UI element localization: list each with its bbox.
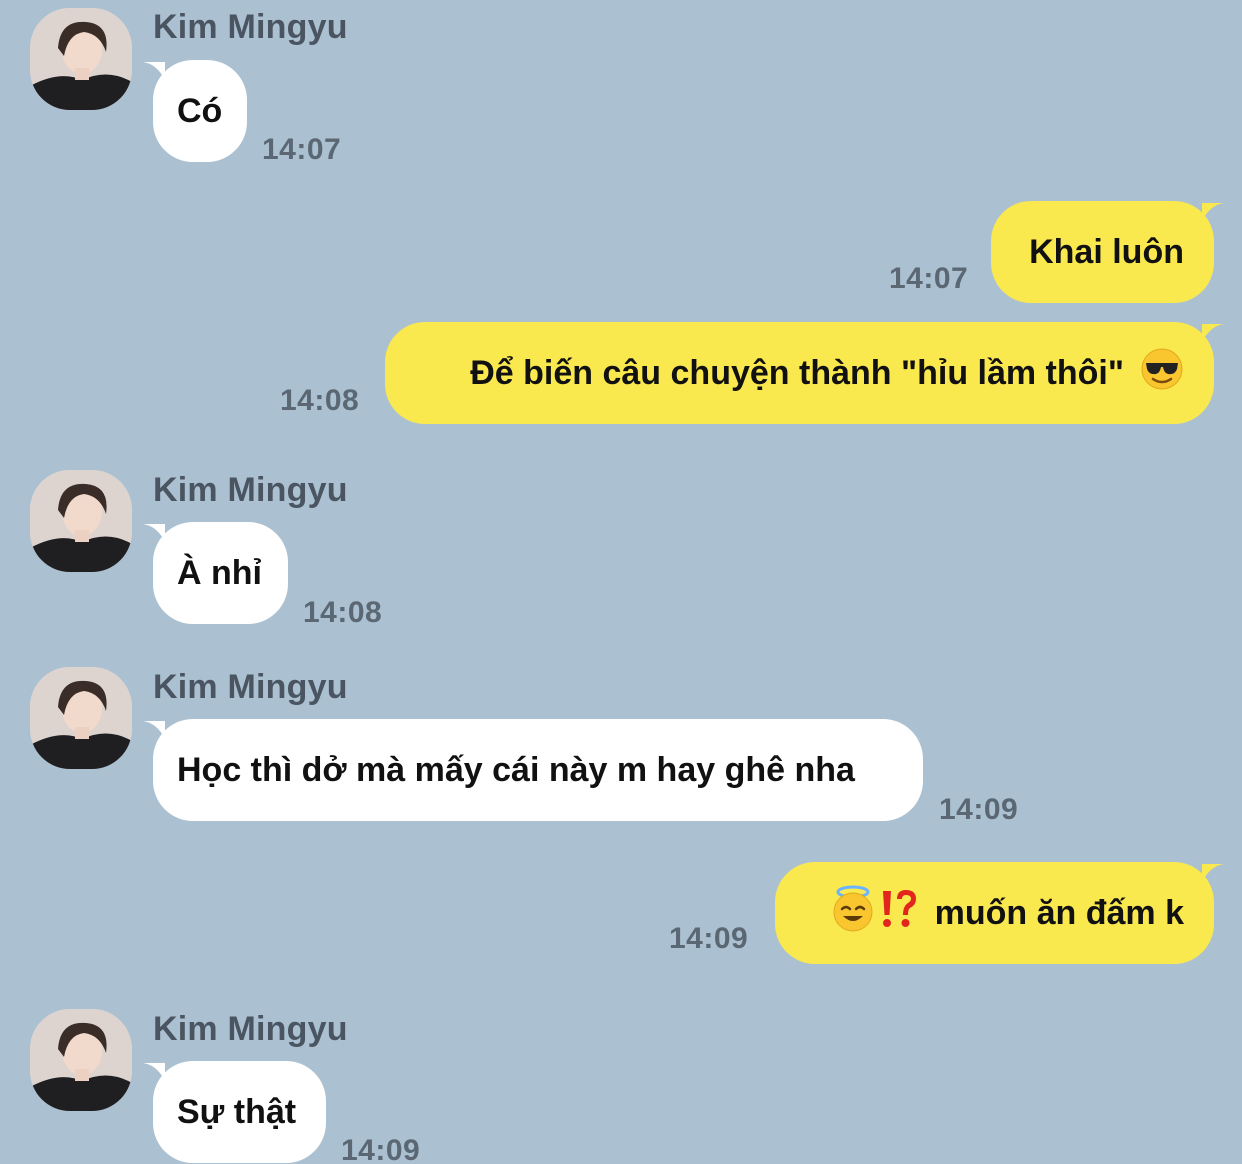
- incoming-message-bubble[interactable]: Học thì dở mà mấy cái này m hay ghê nha: [153, 719, 923, 821]
- contact-avatar[interactable]: [30, 667, 132, 769]
- outgoing-message-bubble[interactable]: muốn ăn đấm k: [775, 862, 1214, 964]
- message-text: Học thì dở mà mấy cái này m hay ghê nha: [177, 750, 855, 789]
- incoming-message-bubble[interactable]: Có: [153, 60, 247, 162]
- sender-name: Kim Mingyu: [153, 1010, 348, 1048]
- outgoing-message-bubble[interactable]: Khai luôn: [991, 201, 1214, 303]
- message-time: 14:09: [939, 793, 1019, 826]
- message-text: Để biến câu chuyện thành "hỉu lầm thôi": [470, 353, 1124, 392]
- contact-avatar[interactable]: [30, 470, 132, 572]
- message-time: 14:09: [341, 1134, 421, 1164]
- sunglasses-face-icon: [1140, 347, 1184, 400]
- message-time: 14:07: [262, 133, 342, 166]
- message-text: À nhỉ: [177, 553, 262, 592]
- sender-name: Kim Mingyu: [153, 668, 348, 706]
- outgoing-message-bubble[interactable]: Để biến câu chuyện thành "hỉu lầm thôi": [385, 322, 1214, 424]
- chat-area[interactable]: Kim Mingyu Có 14:07 14:07 Khai luôn 14:0…: [0, 0, 1242, 1164]
- bubble-tail: [1202, 203, 1224, 221]
- incoming-message-bubble[interactable]: Sự thật: [153, 1061, 326, 1163]
- message-time: 14:08: [303, 596, 383, 629]
- exclamation-question-mark-icon: [879, 887, 919, 940]
- incoming-message-bubble[interactable]: À nhỉ: [153, 522, 288, 624]
- sender-name: Kim Mingyu: [153, 8, 348, 46]
- message-time: 14:09: [669, 922, 749, 955]
- contact-avatar[interactable]: [30, 8, 132, 110]
- message-text: muốn ăn đấm k: [934, 893, 1184, 932]
- message-time: 14:08: [280, 384, 360, 417]
- sender-name: Kim Mingyu: [153, 471, 348, 509]
- message-text: Khai luôn: [1029, 232, 1184, 271]
- bubble-tail: [1202, 864, 1224, 882]
- message-text: Sự thật: [177, 1092, 297, 1131]
- bubble-tail: [1202, 324, 1224, 342]
- message-text: Có: [177, 91, 223, 130]
- halo-smile-face-icon: [831, 885, 875, 942]
- contact-avatar[interactable]: [30, 1009, 132, 1111]
- message-time: 14:07: [889, 262, 969, 295]
